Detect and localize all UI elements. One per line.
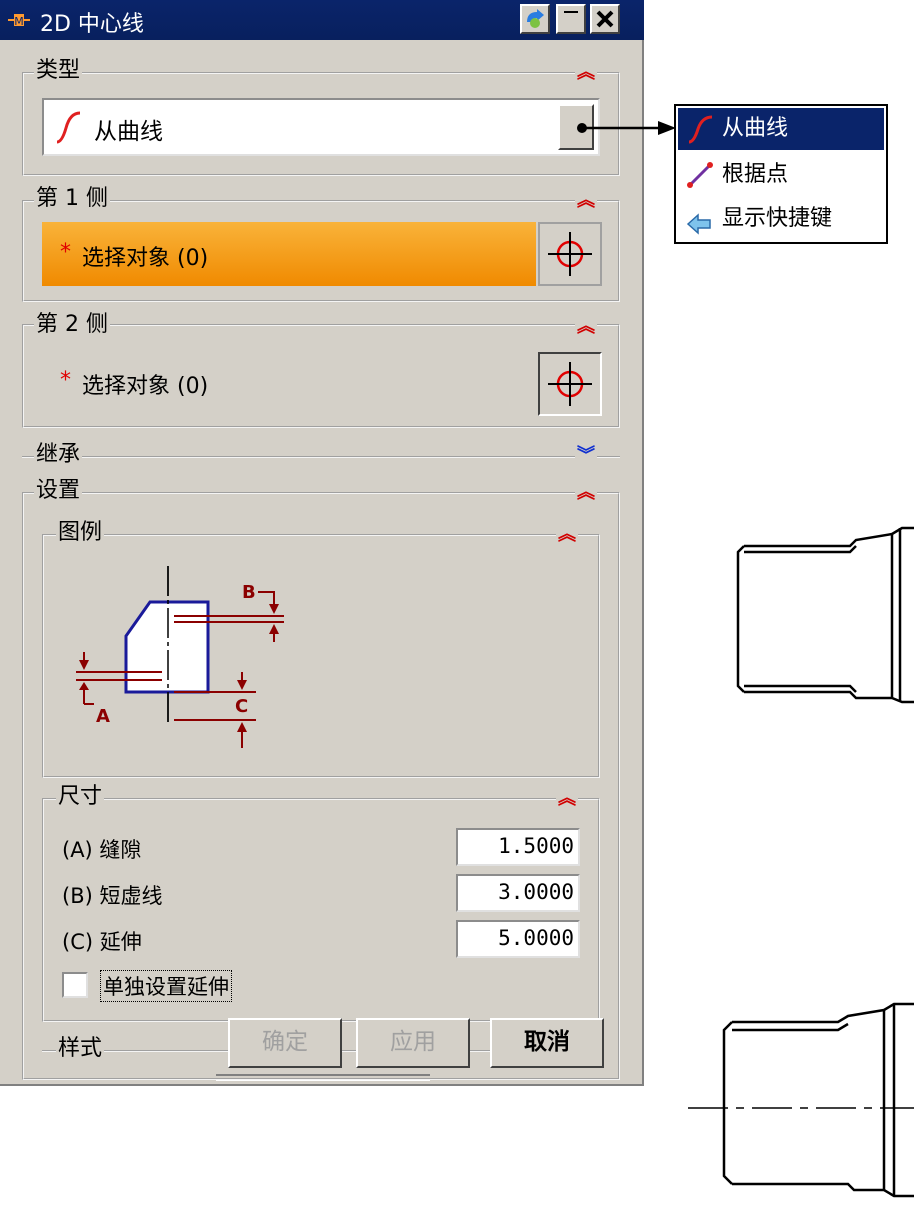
side2-select-label: 选择对象 (0) [82,374,209,399]
centerline-dialog: M 2D 中心线 类型 ︽ 从曲线 第 1 侧 ︽ * 选择对象 (0) 第 2… [0,0,644,1086]
settings-group-title: 设置 [34,478,83,504]
curve-icon [686,114,714,159]
type-group-title: 类型 [34,58,83,84]
minimize-button[interactable] [556,4,586,34]
side2-select-object-button[interactable] [538,352,602,416]
inherit-group-title[interactable]: 继承 [34,442,83,468]
gap-input[interactable]: 1.5000 [456,828,580,866]
extension-label: (C) 延伸 [62,930,142,954]
gap-label: (A) 缝隙 [62,838,142,862]
cad-drawing-lower [688,1002,914,1198]
svg-text:M: M [14,15,24,28]
app-icon: M [8,12,30,28]
collapse-up-icon[interactable]: ︽ [556,524,578,546]
dropdown-item-from-curve[interactable]: 从曲线 [678,108,884,150]
cad-drawing-upper [736,526,914,704]
collapse-up-icon[interactable]: ︽ [575,482,597,504]
collapse-up-icon[interactable]: ︽ [575,190,597,212]
reset-button[interactable] [520,4,550,34]
collapse-up-icon[interactable]: ︽ [575,316,597,338]
window-title: 2D 中心线 [40,12,144,37]
inherit-group-line [22,456,620,458]
required-star-icon: * [60,368,71,393]
legend-group-title: 图例 [56,520,105,546]
collapse-up-icon[interactable]: ︽ [556,788,578,810]
side1-group-title: 第 1 侧 [34,186,110,212]
minimize-icon [564,11,578,13]
dropdown-item-label: 显示快捷键 [722,206,833,231]
ok-button[interactable]: 确定 [228,1018,342,1068]
curve-icon [54,110,82,148]
reset-icon [527,9,544,28]
apply-button[interactable]: 应用 [356,1018,470,1068]
crosshair-icon [548,232,592,276]
required-star-icon: * [60,240,71,265]
cancel-button[interactable]: 取消 [490,1018,604,1068]
dropdown-item-label: 根据点 [722,162,789,187]
resize-grip[interactable] [216,1074,430,1081]
side2-group-title: 第 2 侧 [34,312,110,338]
close-icon [596,10,614,28]
title-bar[interactable]: M 2D 中心线 [0,0,644,40]
side1-select-label: 选择对象 (0) [82,246,209,271]
type-combobox[interactable]: 从曲线 [42,98,600,156]
arrow-left-icon [686,208,712,250]
dropdown-item-label: 从曲线 [722,116,789,141]
callout-arrow [577,121,676,135]
legend-diagram: B A C [76,566,284,748]
combo-value: 从曲线 [94,119,163,145]
collapse-up-icon[interactable]: ︽ [575,62,597,84]
dash-input[interactable]: 3.0000 [456,874,580,912]
dropdown-item-shortcuts[interactable]: 显示快捷键 [678,198,884,240]
crosshair-icon [548,362,592,406]
extension-input[interactable]: 5.0000 [456,920,580,958]
legend-label-b: B [242,582,256,603]
individual-extension-checkbox[interactable] [62,972,88,998]
close-button[interactable] [590,4,620,34]
dropdown-item-by-points[interactable]: 根据点 [678,154,884,196]
dimensions-group-title: 尺寸 [56,784,105,810]
type-dropdown-list: 从曲线 根据点 显示快捷键 [674,104,888,244]
individual-extension-label[interactable]: 单独设置延伸 [100,970,232,1002]
expand-down-icon[interactable]: ︾ [575,445,597,467]
legend-label-c: C [235,696,248,717]
dash-label: (B) 短虚线 [62,884,163,908]
legend-label-a: A [96,706,110,727]
style-group-title[interactable]: 样式 [56,1036,105,1062]
side1-select-object-button[interactable] [538,222,602,286]
